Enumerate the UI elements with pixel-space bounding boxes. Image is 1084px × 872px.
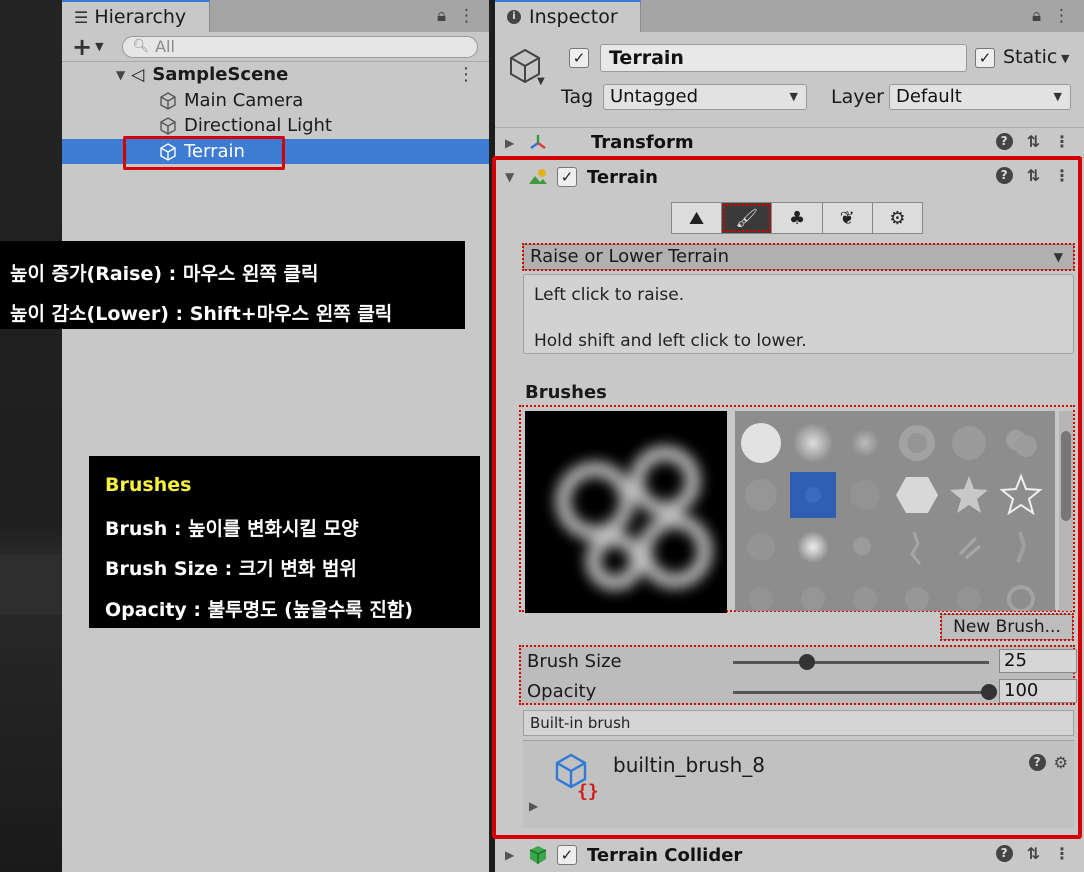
static-checkbox[interactable]: ✓ — [975, 48, 995, 68]
hierarchy-tab[interactable]: ☰ Hierarchy — [62, 0, 210, 32]
object-header: ▼ ✓ Terrain ✓ Static ▼ Tag Untagged ▼ La… — [495, 32, 1084, 128]
help-icon[interactable]: ? — [995, 845, 1013, 862]
collider-cube-icon — [529, 846, 547, 864]
hierarchy-tab-tools: 🔒︎ ⋮ — [437, 6, 475, 26]
scene-view-strip — [0, 0, 62, 872]
layer-dropdown[interactable]: Default ▼ — [889, 84, 1071, 110]
transform-tools: ? ⇅ ⋮ — [995, 132, 1070, 151]
help-icon[interactable]: ? — [995, 133, 1013, 150]
terrain-highlight-box — [123, 136, 285, 170]
search-icon: 🔍︎ — [132, 39, 150, 54]
list-icon: ☰ — [74, 7, 89, 27]
annotation-lower-line: 높이 감소(Lower) : Shift+마우스 왼쪽 클릭 — [10, 303, 393, 325]
annotation-raise-line: 높이 증가(Raise) : 마우스 왼쪽 클릭 — [10, 263, 319, 285]
fold-right-icon[interactable]: ▶ — [505, 848, 521, 862]
annotation-brushes-title: Brushes — [105, 474, 192, 496]
scene-band — [0, 555, 62, 615]
fold-arrow-icon[interactable]: ▼ — [116, 68, 125, 82]
tag-label: Tag — [561, 86, 594, 108]
hierarchy-tabbar: ☰ Hierarchy 🔒︎ ⋮ — [62, 0, 489, 32]
unity-scene-icon: ◁ — [131, 64, 145, 85]
static-chevron-down-icon[interactable]: ▼ — [1061, 52, 1069, 65]
tag-dropdown[interactable]: Untagged ▼ — [603, 84, 807, 110]
scene-row[interactable]: ▼ ◁ SampleScene ⋮ — [62, 62, 489, 87]
inspector-panel: i Inspector 🔒︎ ⋮ ▼ ✓ Terrain ✓ Static ▼ … — [492, 0, 1084, 872]
gameobject-cube-icon — [160, 91, 176, 110]
raise-lower-annotation: 높이 증가(Raise) : 마우스 왼쪽 클릭 높이 감소(Lower) : … — [0, 241, 465, 329]
annotation-brush-size-line: Brush Size : 크기 변화 범위 — [105, 558, 357, 580]
tag-value: Untagged — [610, 86, 699, 107]
brushes-annotation: Brushes Brush : 높이를 변화시킬 모양 Brush Size :… — [89, 456, 480, 628]
inspector-tab-tools: 🔒︎ ⋮ — [1032, 6, 1070, 26]
add-object-icon[interactable]: + — [72, 35, 92, 59]
transform-axes-icon — [530, 134, 546, 149]
scene-name: SampleScene — [152, 64, 289, 85]
terrain-component-highlight-box — [492, 156, 1082, 839]
inspector-tabbar: i Inspector 🔒︎ ⋮ — [495, 0, 1084, 32]
terrain-collider-title: Terrain Collider — [587, 844, 743, 866]
hierarchy-panel: ☰ Hierarchy 🔒︎ ⋮ + ▼ 🔍︎ All ▼ ◁ SampleSc… — [62, 0, 492, 872]
transform-component-header[interactable]: ▶ Transform ? ⇅ ⋮ — [495, 128, 1084, 158]
static-label: Static — [1003, 46, 1058, 68]
object-name-field[interactable]: Terrain — [600, 44, 967, 72]
fold-right-icon[interactable]: ▶ — [505, 136, 521, 150]
icon-chevron-down-icon[interactable]: ▼ — [537, 76, 545, 87]
inspector-tab[interactable]: i Inspector — [495, 0, 641, 32]
layer-label: Layer — [831, 86, 884, 108]
layer-value: Default — [896, 86, 962, 107]
search-placeholder: All — [155, 37, 175, 56]
lock-icon[interactable]: 🔒︎ — [1032, 6, 1041, 26]
info-icon: i — [507, 10, 521, 24]
chevron-down-icon: ▼ — [1053, 90, 1062, 103]
object-active-checkbox[interactable]: ✓ — [569, 48, 589, 68]
preset-sliders-icon[interactable]: ⇅ — [1027, 844, 1040, 863]
hierarchy-item-main-camera[interactable]: Main Camera — [62, 88, 489, 113]
chevron-down-icon: ▼ — [789, 90, 798, 103]
item-label: Directional Light — [184, 115, 332, 136]
hierarchy-toolbar: + ▼ 🔍︎ All — [62, 32, 489, 62]
gameobject-cube-icon — [160, 116, 176, 135]
kebab-menu-icon[interactable]: ⋮ — [1054, 132, 1070, 151]
terrain-collider-enabled-checkbox[interactable]: ✓ — [557, 845, 577, 865]
hierarchy-search-input[interactable]: 🔍︎ All — [121, 35, 478, 58]
annotation-brush-line: Brush : 높이를 변화시킬 모양 — [105, 518, 359, 540]
scene-kebab-icon[interactable]: ⋮ — [457, 64, 475, 85]
lock-icon[interactable]: 🔒︎ — [437, 6, 446, 26]
preset-sliders-icon[interactable]: ⇅ — [1027, 132, 1040, 151]
kebab-menu-icon[interactable]: ⋮ — [1053, 6, 1070, 26]
annotation-opacity-line: Opacity : 불투명도 (높을수록 진함) — [105, 599, 414, 621]
kebab-menu-icon[interactable]: ⋮ — [458, 6, 475, 26]
kebab-menu-icon[interactable]: ⋮ — [1054, 844, 1070, 863]
chevron-down-icon[interactable]: ▼ — [95, 40, 103, 53]
hierarchy-item-directional-light[interactable]: Directional Light — [62, 113, 489, 138]
hierarchy-tab-label: Hierarchy — [94, 6, 187, 28]
terrain-collider-tools: ? ⇅ ⋮ — [995, 844, 1070, 863]
inspector-tab-label: Inspector — [529, 6, 618, 28]
item-label: Main Camera — [184, 90, 304, 111]
terrain-collider-component-header[interactable]: ▶ ✓ Terrain Collider ? ⇅ ⋮ — [495, 840, 1084, 870]
transform-title: Transform — [591, 132, 694, 153]
